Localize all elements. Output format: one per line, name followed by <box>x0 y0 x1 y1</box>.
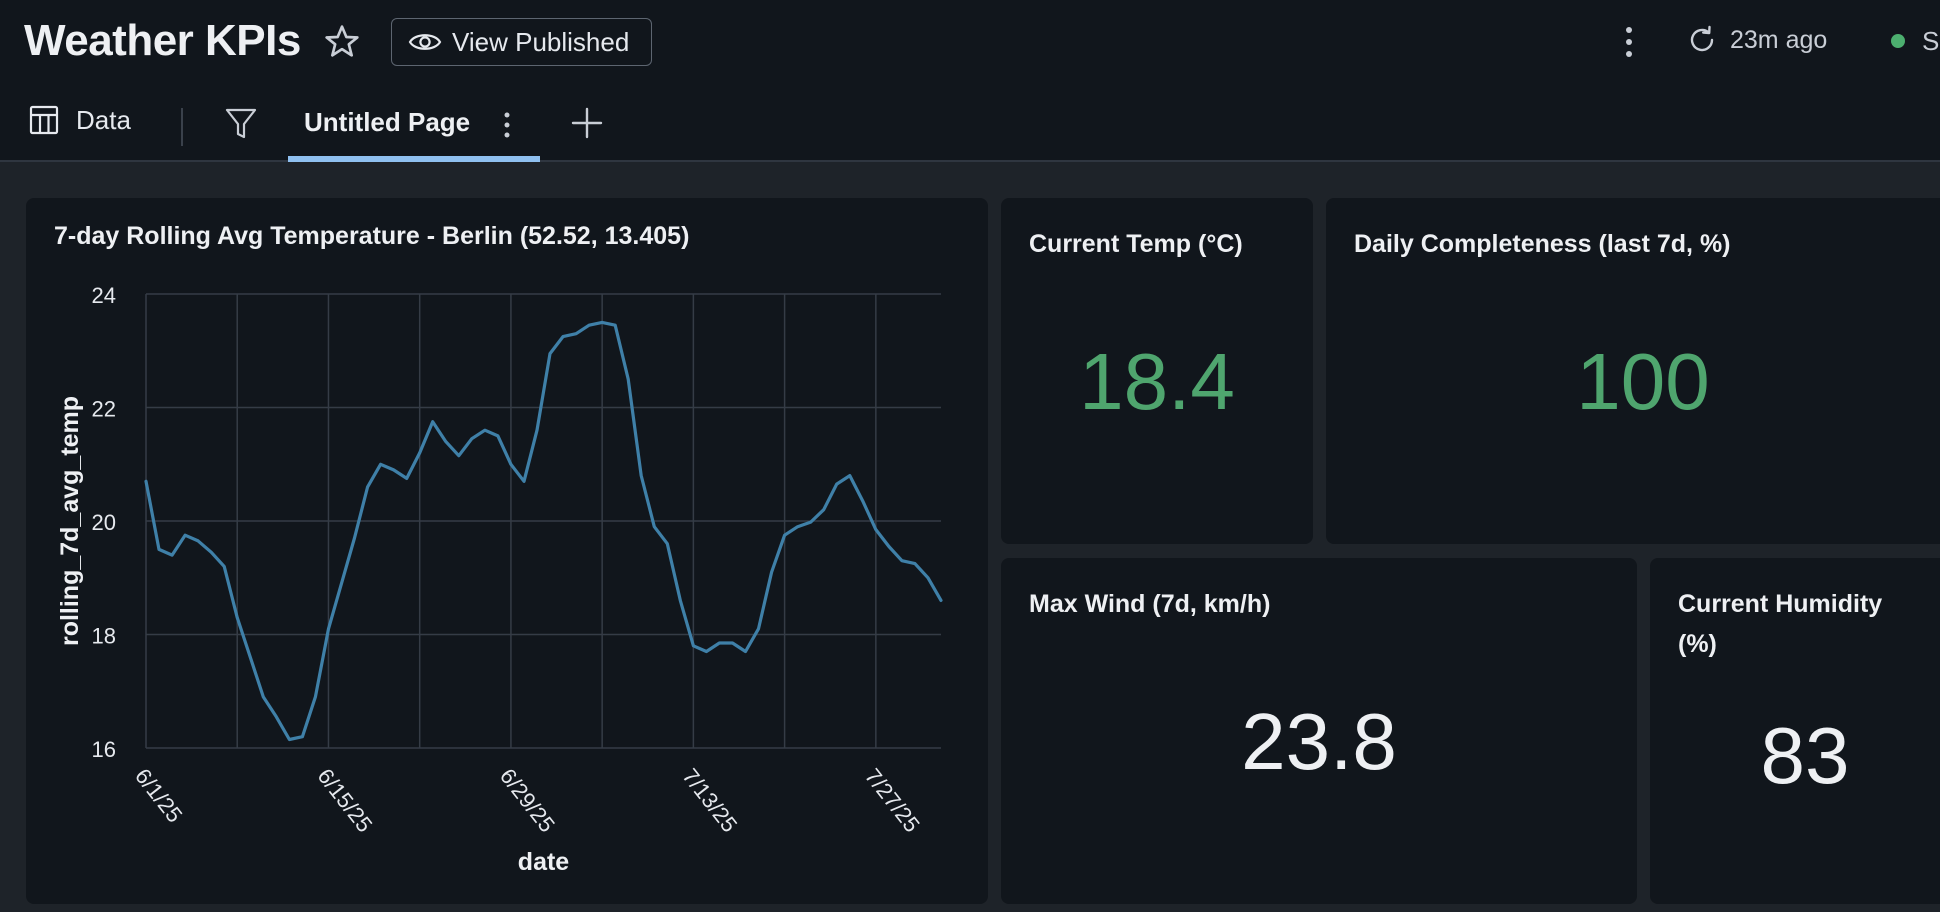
last-refreshed-text: 23m ago <box>1730 25 1828 54</box>
y-tick-label: 16 <box>92 737 116 762</box>
x-tick-label: 6/15/25 <box>313 764 378 837</box>
y-tick-label: 22 <box>92 397 116 422</box>
kpi-title-daily-completeness: Daily Completeness (last 7d, %) <box>1354 230 1731 258</box>
kpi-title-current-humidity: Current Humidity (%) <box>1678 590 1883 658</box>
view-published-button[interactable]: View Published <box>391 18 652 66</box>
kpi-title-max-wind: Max Wind (7d, km/h) <box>1029 590 1271 618</box>
kpi-value-daily-completeness: 100 <box>1576 337 1710 426</box>
kpi-value-current-humidity: 83 <box>1760 711 1850 800</box>
refresh-icon <box>1690 25 1714 52</box>
series-line <box>144 320 943 742</box>
tab-data-label: Data <box>76 104 131 135</box>
tab-data[interactable]: Data <box>28 104 131 136</box>
kpi-title-current-temp: Current Temp (°C) <box>1029 230 1243 258</box>
y-tick-label: 18 <box>92 624 116 649</box>
x-tick-label: 6/29/25 <box>495 764 560 837</box>
line-chart: 16 18 20 22 24 6/1/25 6/15/25 6/29/25 7/13/25 7/2… <box>56 283 943 876</box>
filter-icon[interactable] <box>224 106 258 142</box>
eye-icon <box>408 34 442 50</box>
page-tabs: Data Untitled Page <box>0 92 1940 162</box>
refresh-control[interactable]: 23m ago <box>1686 24 1827 56</box>
tab-untitled-page[interactable]: Untitled Page <box>288 92 540 162</box>
x-tick-label: 7/27/25 <box>860 764 925 837</box>
x-tick-label: 6/1/25 <box>130 764 187 828</box>
kpi-card-current-temp[interactable]: Current Temp (°C) 18.4 <box>1001 198 1313 544</box>
kpi-card-current-humidity[interactable]: Current Humidity (%) 83 <box>1650 558 1940 904</box>
page-title: Weather KPIs <box>24 16 301 65</box>
x-tick-label: 7/13/25 <box>677 764 742 837</box>
y-tick-label: 20 <box>92 510 116 535</box>
tab-kebab-icon[interactable] <box>500 110 514 140</box>
kpi-value-max-wind: 23.8 <box>1241 697 1397 786</box>
status-indicator <box>1891 34 1905 48</box>
rolling-temp-chart-card[interactable]: 7-day Rolling Avg Temperature - Berlin (… <box>26 198 988 904</box>
kpi-card-daily-completeness[interactable]: Daily Completeness (last 7d, %) 100 <box>1326 198 1940 544</box>
plus-icon[interactable] <box>570 106 604 140</box>
tab-divider <box>181 108 183 146</box>
x-axis-label: date <box>518 848 570 876</box>
tab-untitled-page-label: Untitled Page <box>304 107 471 137</box>
view-published-label: View Published <box>452 26 630 57</box>
top-header: Weather KPIs View Published 23m ago S Da… <box>0 0 1940 162</box>
y-tick-label: 24 <box>92 283 116 308</box>
kpi-card-max-wind[interactable]: Max Wind (7d, km/h) 23.8 <box>1001 558 1637 904</box>
kebab-icon[interactable] <box>1614 24 1644 60</box>
y-axis-label: rolling_7d_avg_temp <box>56 396 84 646</box>
kpi-value-current-temp: 18.4 <box>1079 337 1235 426</box>
status-text: S <box>1922 26 1940 56</box>
table-icon <box>29 105 59 135</box>
star-icon[interactable] <box>322 22 362 62</box>
